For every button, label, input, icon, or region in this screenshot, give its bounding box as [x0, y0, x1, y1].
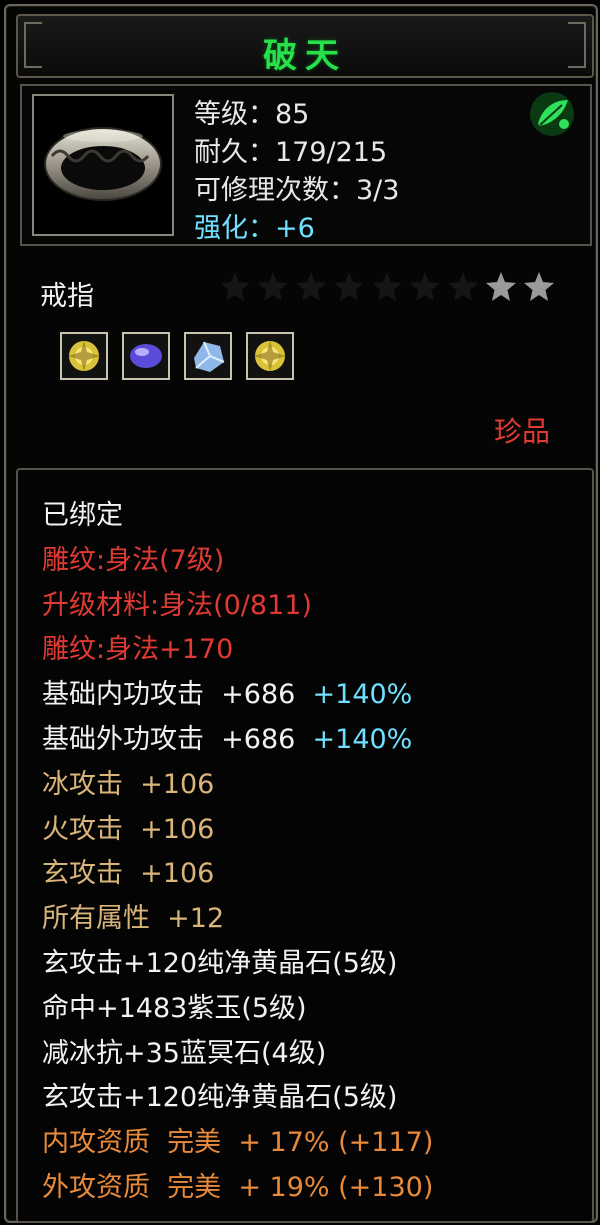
- inner-attack-label: 基础内功攻击: [42, 679, 204, 711]
- inner-quality-grade: 完美: [167, 1127, 222, 1159]
- blue-stone-gem-icon: [194, 341, 225, 372]
- inner-attack-percent: +140%: [312, 679, 413, 711]
- item-icon-slot[interactable]: [32, 94, 174, 236]
- inner-attack-line: 基础内功攻击 +686 +140%: [42, 673, 433, 718]
- item-stats: 等级：85 耐久：179/215 可修理次数：3/3 强化：+6: [194, 96, 399, 248]
- item-durability: 耐久：179/215: [194, 137, 388, 168]
- item-type: 戒指: [40, 281, 94, 312]
- fire-attack-label: 火攻击: [42, 813, 123, 845]
- yellow-crystal-gem-icon: [68, 340, 100, 372]
- inner-attack-value: +686: [221, 679, 296, 711]
- engrave-bonus-line: 雕纹:身法+170: [42, 634, 234, 666]
- ice-attack-value: +106: [140, 768, 215, 800]
- star-dim-icon: [410, 272, 440, 301]
- engrave-line: 雕纹:身法(7级): [42, 544, 225, 576]
- star-dim-icon: [258, 272, 288, 301]
- item-name: 破天: [263, 36, 347, 76]
- item-rarity: 珍品: [493, 415, 550, 448]
- all-attributes-value: +12: [167, 903, 225, 935]
- star-lit-icon: [524, 272, 554, 301]
- gem-bonus-line-1: 玄攻击+120纯净黄晶石(5级): [42, 947, 398, 979]
- gem-bonus-line-4: 玄攻击+120纯净黄晶石(5级): [42, 1082, 398, 1114]
- mystic-attack-value: +106: [140, 858, 215, 890]
- fire-attack-value: +106: [140, 813, 215, 845]
- bound-status: 已绑定: [42, 500, 123, 531]
- outer-attack-label: 基础外功攻击: [42, 723, 204, 755]
- all-attributes-label: 所有属性: [42, 903, 150, 935]
- outer-quality-label: 外攻资质: [42, 1171, 150, 1203]
- ring-icon: [44, 127, 162, 201]
- gem-socket-2[interactable]: [122, 332, 170, 380]
- gem-bonus-line-2: 命中+1483紫玉(5级): [42, 992, 307, 1024]
- outer-attack-percent: +140%: [312, 723, 413, 755]
- star-dim-icon: [220, 272, 250, 301]
- ice-attack-label: 冰攻击: [42, 768, 123, 800]
- bind-leaf-icon: [530, 92, 574, 136]
- gem-socket-1[interactable]: [60, 332, 108, 380]
- star-lit-icon: [486, 272, 516, 301]
- upgrade-material-line: 升级材料:身法(0/811): [42, 589, 312, 621]
- star-dim-icon: [372, 272, 402, 301]
- star-dim-icon: [296, 272, 326, 301]
- fire-attack-line: 火攻击 +106: [42, 808, 433, 853]
- purple-jade-gem-icon: [130, 344, 162, 368]
- gem-socket-4[interactable]: [246, 332, 294, 380]
- outer-attack-line: 基础外功攻击 +686 +140%: [42, 718, 433, 763]
- title-bar: 破天: [16, 14, 594, 78]
- star-dim-icon: [448, 272, 478, 301]
- gem-socket-3[interactable]: [184, 332, 232, 380]
- inner-quality-label: 内攻资质: [42, 1127, 150, 1159]
- inner-quality-value: + 17% (+117): [238, 1127, 434, 1159]
- mystic-attack-label: 玄攻击: [42, 858, 123, 890]
- outer-quality-line: 外攻资质 完美 + 19% (+130): [42, 1166, 433, 1211]
- yellow-crystal-gem-icon: [254, 340, 286, 372]
- item-info-panel: 等级：85 耐久：179/215 可修理次数：3/3 强化：+6: [20, 84, 592, 246]
- item-enhancement: 强化：+6: [194, 213, 315, 244]
- inner-quality-line: 内攻资质 完美 + 17% (+117): [42, 1121, 433, 1166]
- mystic-attack-line: 玄攻击 +106: [42, 852, 433, 897]
- gem-bonus-line-3: 减冰抗+35蓝冥石(4级): [42, 1037, 327, 1069]
- outer-quality-grade: 完美: [167, 1171, 222, 1203]
- all-attributes-line: 所有属性 +12: [42, 897, 433, 942]
- item-level: 等级：85: [194, 99, 310, 130]
- item-repair-count: 可修理次数：3/3: [194, 175, 400, 206]
- item-tooltip: 破天 等级：85 耐久：179/215 可修理次数：3/3 强化：+6 戒指 珍…: [4, 4, 598, 1223]
- ice-attack-line: 冰攻击 +106: [42, 763, 433, 808]
- outer-attack-value: +686: [221, 723, 296, 755]
- outer-quality-value: + 19% (+130): [238, 1171, 434, 1203]
- star-dim-icon: [334, 272, 364, 301]
- attributes-panel: 已绑定 雕纹:身法(7级) 升级材料:身法(0/811) 雕纹:身法+170 基…: [16, 468, 594, 1223]
